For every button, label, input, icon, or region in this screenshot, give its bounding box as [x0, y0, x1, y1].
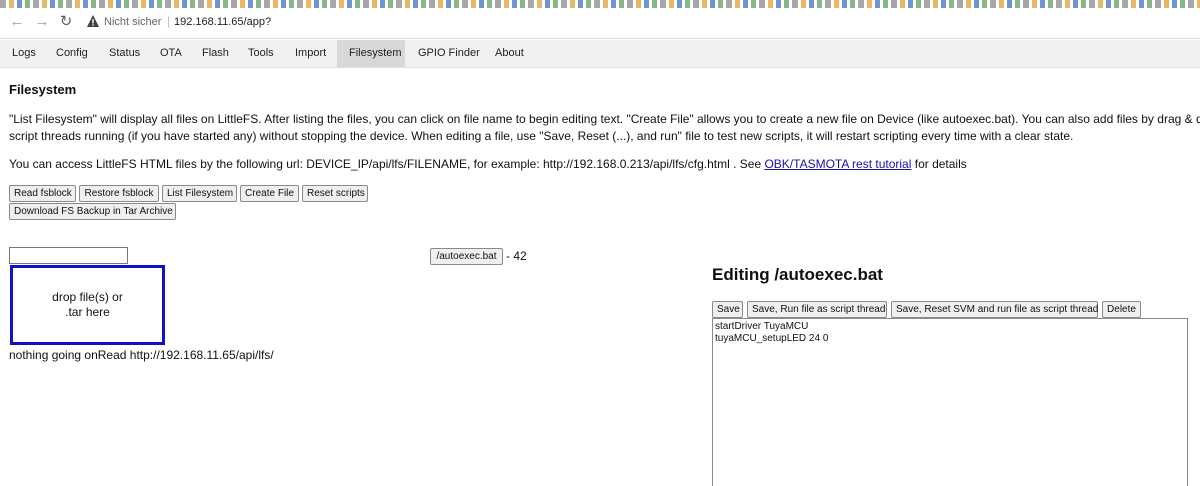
tab-bar: Logs Config Status OTA Flash Tools Impor… — [0, 40, 1200, 68]
url-text[interactable]: 192.168.11.65/app? — [174, 16, 271, 28]
status-text: nothing going onRead http://192.168.11.6… — [9, 348, 274, 362]
tab-gpio-finder[interactable]: GPIO Finder — [406, 40, 492, 67]
reload-icon[interactable]: ↻ — [57, 13, 75, 31]
tab-tools[interactable]: Tools — [236, 40, 286, 67]
access-prefix: You can access LittleFS HTML files by th… — [9, 157, 765, 171]
dropzone-text: drop file(s) or .tar here — [52, 290, 123, 320]
list-filesystem-button[interactable]: List Filesystem — [162, 185, 237, 202]
download-backup-button[interactable]: Download FS Backup in Tar Archive — [9, 203, 176, 220]
access-suffix: for details — [911, 157, 967, 171]
save-button[interactable]: Save — [712, 301, 743, 318]
url-separator: | — [167, 14, 171, 28]
editing-title: Editing /autoexec.bat — [712, 265, 883, 284]
tab-ota[interactable]: OTA — [148, 40, 194, 67]
warning-triangle-icon[interactable] — [86, 14, 100, 28]
tab-flash[interactable]: Flash — [190, 40, 241, 67]
read-fsblock-button[interactable]: Read fsblock — [9, 185, 76, 202]
back-arrow-icon[interactable]: ← — [8, 13, 26, 31]
tab-status[interactable]: Status — [97, 40, 152, 67]
rest-tutorial-link[interactable]: OBK/TASMOTA rest tutorial — [764, 157, 911, 171]
filename-input[interactable] — [9, 247, 128, 264]
file-editor-textarea[interactable]: startDriver TuyaMCU tuyaMCU_setupLED 24 … — [712, 318, 1188, 486]
forward-arrow-icon[interactable]: → — [33, 13, 51, 31]
file-entry-button[interactable]: /autoexec.bat — [430, 248, 503, 265]
page-description: "List Filesystem" will display all files… — [9, 111, 1200, 145]
file-entry-size: - 42 — [506, 249, 527, 263]
description-line-1: "List Filesystem" will display all files… — [9, 112, 1200, 126]
tab-about[interactable]: About — [483, 40, 536, 67]
delete-button[interactable]: Delete — [1102, 301, 1141, 318]
browser-address-bar: ← → ↻ Nicht sicher | 192.168.11.65/app? — [0, 8, 1200, 39]
tab-config[interactable]: Config — [44, 40, 100, 67]
create-file-button[interactable]: Create File — [240, 185, 299, 202]
dropzone-line-1: drop file(s) or — [52, 290, 123, 304]
bookmarks-bar — [0, 0, 1200, 8]
access-info: You can access LittleFS HTML files by th… — [9, 157, 967, 171]
security-label[interactable]: Nicht sicher — [104, 16, 161, 28]
tab-filesystem[interactable]: Filesystem — [337, 40, 405, 67]
page-header: Filesystem — [9, 82, 1200, 97]
page-title: Filesystem — [9, 82, 77, 97]
restore-fsblock-button[interactable]: Restore fsblock — [79, 185, 159, 202]
save-reset-run-button[interactable]: Save, Reset SVM and run file as script t… — [891, 301, 1098, 318]
dropzone-line-2: .tar here — [65, 305, 110, 319]
description-line-2: script threads running (if you have star… — [9, 129, 1074, 143]
reset-scripts-button[interactable]: Reset scripts — [302, 185, 368, 202]
tab-logs[interactable]: Logs — [0, 40, 48, 67]
file-dropzone[interactable]: drop file(s) or .tar here — [10, 265, 165, 345]
tab-import[interactable]: Import — [283, 40, 338, 67]
save-run-button[interactable]: Save, Run file as script thread — [747, 301, 887, 318]
